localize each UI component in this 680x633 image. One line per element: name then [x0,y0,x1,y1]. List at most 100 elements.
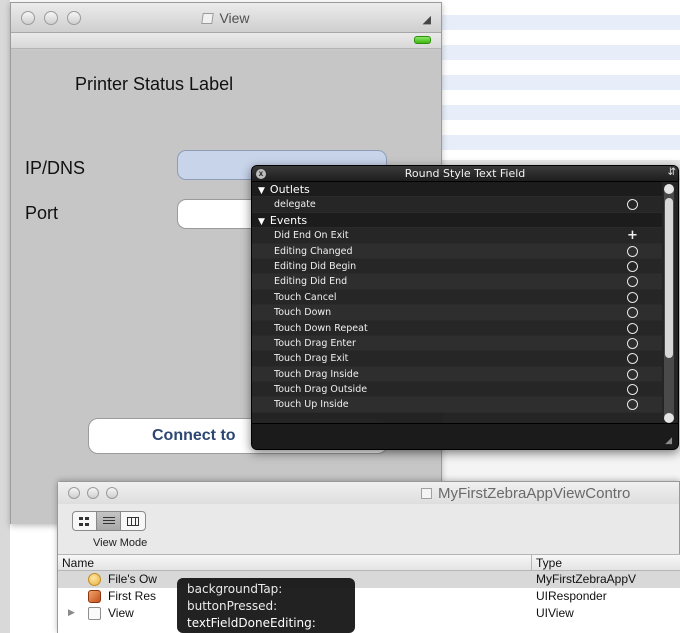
printer-status-label[interactable]: Printer Status Label [75,74,233,95]
hud-section-outlets[interactable]: ▼ Outlets [252,182,662,198]
action-item[interactable]: backgroundTap: [177,581,355,598]
connection-circle-icon[interactable] [627,199,638,211]
connection-circle-icon[interactable] [627,291,638,303]
action-item[interactable]: textFieldDoneEditing: [177,615,355,632]
hud-title: Round Style Text Field [404,167,526,180]
connection-circle-icon[interactable] [627,368,638,380]
connection-circle-icon[interactable] [627,337,638,349]
connection-label: Editing Changed [274,245,353,257]
status-bar [11,33,441,49]
minimize-window-button[interactable] [87,487,99,499]
background-window-edge [0,0,10,633]
nib-window-titlebar[interactable]: MyFirstZebraAppViewContro [58,482,679,504]
connection-row[interactable]: Touch Drag Enter [252,335,662,352]
hud-section-label: Outlets [269,183,310,196]
first-responder-icon [88,590,101,603]
zoom-window-button[interactable] [106,487,118,499]
view-mode-control[interactable] [72,511,146,531]
connection-label: Touch Drag Enter [274,337,356,349]
connection-row[interactable]: Editing Did Begin [252,258,662,275]
connection-label: Touch Cancel [274,291,337,303]
table-row[interactable]: File's Ow MyFirstZebraAppV [58,571,680,588]
close-window-button[interactable] [68,487,80,499]
connection-circle-icon[interactable] [627,276,638,288]
connection-label: delegate [274,199,316,211]
connection-label: Touch Up Inside [274,399,349,411]
connection-label: Touch Drag Exit [274,353,349,365]
disclosure-triangle-icon[interactable]: ▶ [68,607,75,618]
connection-circle-icon[interactable] [627,245,638,257]
table-header: Name Type [58,555,680,571]
ip-dns-label[interactable]: IP/DNS [25,158,85,179]
files-owner-icon [88,573,101,586]
connection-row[interactable]: Touch Cancel [252,289,662,306]
name-column-header[interactable]: Name [62,556,94,570]
columns-icon [127,516,139,526]
connection-row[interactable]: Touch Down Repeat [252,320,662,336]
connection-row[interactable]: Touch Up Inside [252,397,662,413]
connection-circle-icon[interactable] [627,260,638,272]
row-name: First Res [108,589,156,603]
view-icon [88,607,101,620]
up-down-arrows-icon[interactable]: ⇵ [668,167,676,178]
connection-label: Editing Did End [274,276,348,288]
connection-row[interactable]: delegate [252,197,662,213]
nib-window-controls [68,487,118,499]
connections-list: ▼ Outlets delegate ▼ Events Did End On Exit + E… [252,182,662,413]
background-document-stripes [430,0,680,160]
icon-view-mode-button[interactable] [73,512,97,530]
nib-document-window: MyFirstZebraAppViewContro View Mode Name… [57,481,680,633]
connection-row[interactable]: Did End On Exit + [252,228,662,244]
connection-row[interactable]: Touch Drag Outside [252,382,662,398]
table-body: File's Ow MyFirstZebraAppV First Res UIResp… [58,571,680,622]
connection-row[interactable]: Touch Drag Exit [252,351,662,367]
table-row[interactable]: First Res UIResponder [58,588,680,605]
hud-section-label: Events [269,213,308,227]
hud-scrollbar[interactable] [664,184,674,423]
document-icon [201,13,215,24]
hud-titlebar[interactable]: x Round Style Text Field ⇵ [252,166,678,182]
battery-icon [414,36,431,44]
connections-inspector-hud: x Round Style Text Field ⇵ ▼ Outlets deleg… [251,165,679,450]
nib-window-title-text: MyFirstZebraAppViewContro [438,485,631,502]
connection-label: Touch Down [274,307,332,319]
connection-row[interactable]: Touch Drag Inside [252,366,662,383]
connection-row[interactable]: Touch Down [252,305,662,321]
connection-circle-icon[interactable] [627,322,638,334]
connection-label: Did End On Exit [274,230,349,242]
grid-icon [79,516,90,526]
scroll-down-icon[interactable] [664,413,674,423]
connection-label: Editing Did Begin [274,260,357,272]
connection-row[interactable]: Editing Changed [252,243,662,259]
scroll-up-icon[interactable] [664,184,674,194]
view-mode-label: View Mode [93,537,148,549]
resize-grip-icon[interactable]: ◢ [665,435,672,446]
document-icon [421,488,432,499]
list-icon [102,516,115,526]
connected-plus-icon[interactable]: + [627,228,638,243]
port-label[interactable]: Port [25,203,58,224]
view-window-titlebar[interactable]: View ◢ [11,3,441,33]
nib-objects-table: Name Type File's Ow MyFirstZebraAppV First… [58,554,680,633]
column-view-mode-button[interactable] [121,512,145,530]
row-name: File's Ow [108,572,157,586]
type-column-header[interactable]: Type [536,556,562,570]
view-window-title-text: View [219,10,250,26]
action-item[interactable]: buttonPressed: [177,598,355,615]
connection-label: Touch Drag Inside [274,368,359,380]
table-row[interactable]: ▶ View UIView [58,605,680,622]
view-window-title: View [11,10,441,26]
connection-label: Touch Down Repeat [274,322,368,334]
connection-circle-icon[interactable] [627,307,638,319]
connection-circle-icon[interactable] [627,399,638,411]
scrollbar-thumb[interactable] [665,198,673,358]
connection-circle-icon[interactable] [627,384,638,396]
hud-section-events[interactable]: ▼ Events [252,212,662,229]
column-divider[interactable] [531,555,532,571]
nib-window-title: MyFirstZebraAppViewContro [421,485,630,502]
row-type: MyFirstZebraAppV [536,572,637,586]
connection-row[interactable]: Editing Did End [252,274,662,290]
collapse-toolbar-icon[interactable]: ◢ [423,13,431,26]
connection-circle-icon[interactable] [627,353,638,365]
list-view-mode-button[interactable] [97,512,121,530]
